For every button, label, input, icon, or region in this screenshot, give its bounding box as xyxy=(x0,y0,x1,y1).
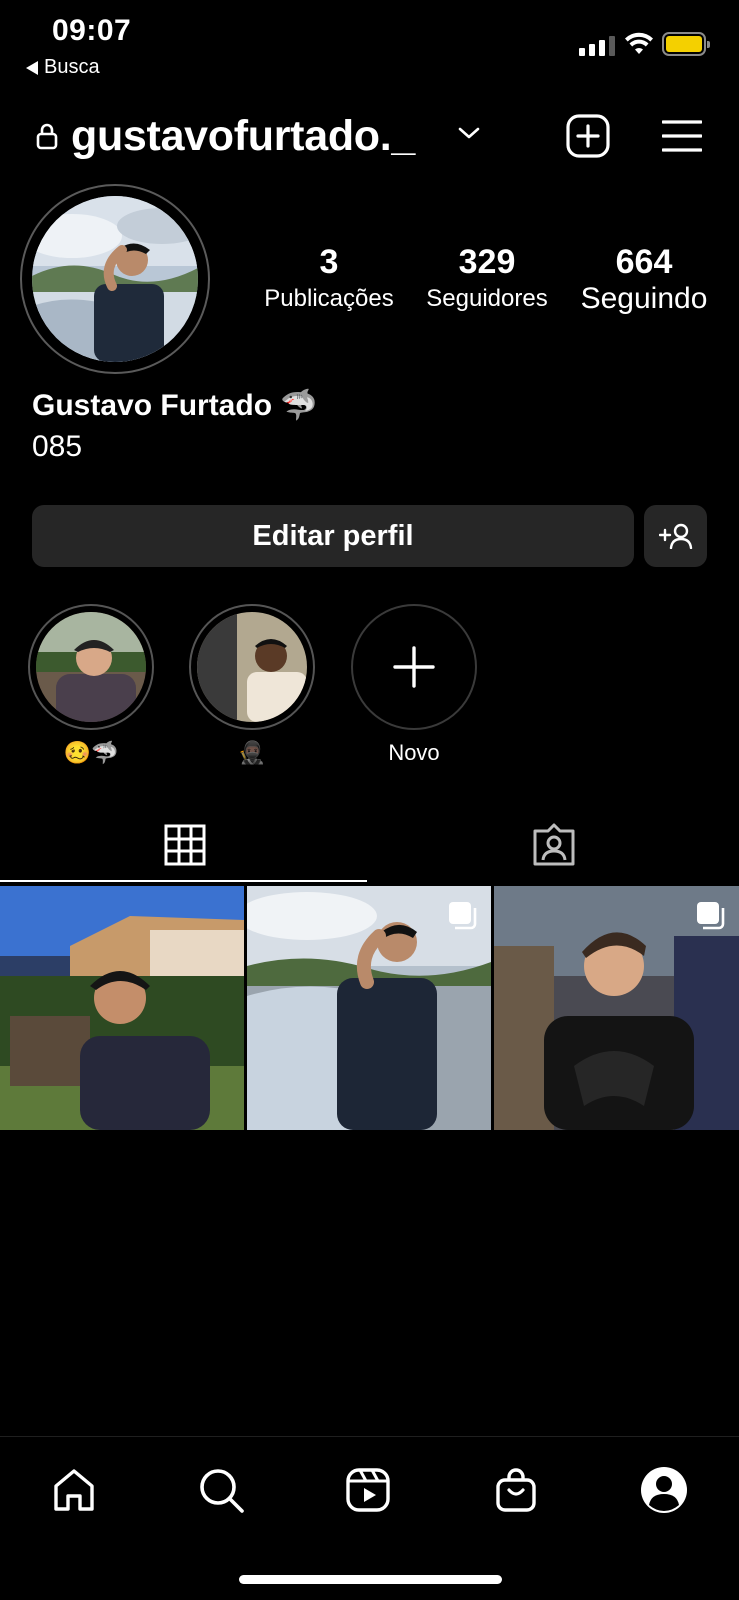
back-to-search-link[interactable]: Busca xyxy=(26,56,100,79)
stat-following-count: 664 xyxy=(615,243,673,281)
profile-full-name: Gustavo Furtado 🦈 xyxy=(32,388,318,423)
stat-posts-count: 3 xyxy=(319,243,339,281)
post-thumbnail-3[interactable] xyxy=(494,886,739,1130)
shark-emoji: 🦈 xyxy=(280,389,318,422)
home-icon xyxy=(54,1469,94,1511)
search-icon xyxy=(200,1469,244,1513)
tab-grid[interactable] xyxy=(0,808,369,882)
highlight-1-cover xyxy=(36,612,146,722)
post-thumbnail-2[interactable] xyxy=(247,886,491,1130)
add-person-icon xyxy=(658,523,692,549)
tagged-icon xyxy=(533,823,574,866)
reels-icon xyxy=(346,1468,390,1512)
tab-tagged[interactable] xyxy=(369,808,738,882)
lock-icon xyxy=(36,122,58,155)
menu-icon[interactable] xyxy=(661,120,703,157)
stat-followers-label: Seguidores xyxy=(426,285,548,312)
nav-home[interactable] xyxy=(44,1460,104,1520)
multiple-photos-icon xyxy=(447,900,479,937)
back-arrow-icon xyxy=(26,60,38,75)
highlight-1-caption: 🥴🦈 xyxy=(63,740,119,765)
back-label: Busca xyxy=(44,56,100,78)
chevron-down-icon[interactable] xyxy=(458,126,480,145)
profile-avatar[interactable] xyxy=(32,196,198,362)
edit-profile-button[interactable]: Editar perfil xyxy=(32,505,634,567)
bottom-nav-divider xyxy=(0,1436,739,1437)
nav-profile[interactable] xyxy=(634,1460,694,1520)
stat-following[interactable]: 664 Seguindo xyxy=(568,242,720,316)
highlight-1[interactable]: 🥴🦈 xyxy=(28,604,154,768)
wifi-icon xyxy=(624,32,654,61)
active-tab-indicator xyxy=(0,880,367,882)
highlight-2-cover xyxy=(197,612,307,722)
highlight-2[interactable]: 🥷🏿 xyxy=(189,604,315,768)
full-name-text: Gustavo Furtado xyxy=(32,389,273,422)
nav-shop[interactable] xyxy=(486,1460,546,1520)
nav-reels[interactable] xyxy=(338,1460,398,1520)
post-thumbnail-1[interactable] xyxy=(0,886,244,1130)
grid-icon xyxy=(164,824,205,866)
plus-icon xyxy=(393,646,435,688)
cellular-signal-icon xyxy=(579,36,615,56)
profile-bio: 085 xyxy=(32,430,83,463)
highlight-2-caption: 🥷🏿 xyxy=(238,740,266,765)
stat-followers[interactable]: 329 Seguidores xyxy=(412,242,562,316)
discover-people-button[interactable] xyxy=(644,505,707,567)
multiple-photos-icon xyxy=(695,900,727,937)
status-time: 09:07 xyxy=(52,14,132,47)
stat-following-label: Seguindo xyxy=(580,282,708,315)
new-highlight-button[interactable]: Novo xyxy=(351,604,477,768)
stat-followers-count: 329 xyxy=(458,243,516,281)
add-post-icon[interactable] xyxy=(566,114,610,163)
home-indicator[interactable] xyxy=(239,1575,502,1584)
shop-icon xyxy=(496,1468,536,1512)
profile-username[interactable]: gustavofurtado._ xyxy=(71,112,415,161)
battery-icon xyxy=(662,32,710,56)
stat-posts-label: Publicações xyxy=(264,285,394,312)
profile-icon xyxy=(641,1467,687,1513)
new-highlight-caption: Novo xyxy=(388,740,440,765)
stat-posts[interactable]: 3 Publicações xyxy=(254,242,404,316)
nav-search[interactable] xyxy=(191,1460,251,1520)
